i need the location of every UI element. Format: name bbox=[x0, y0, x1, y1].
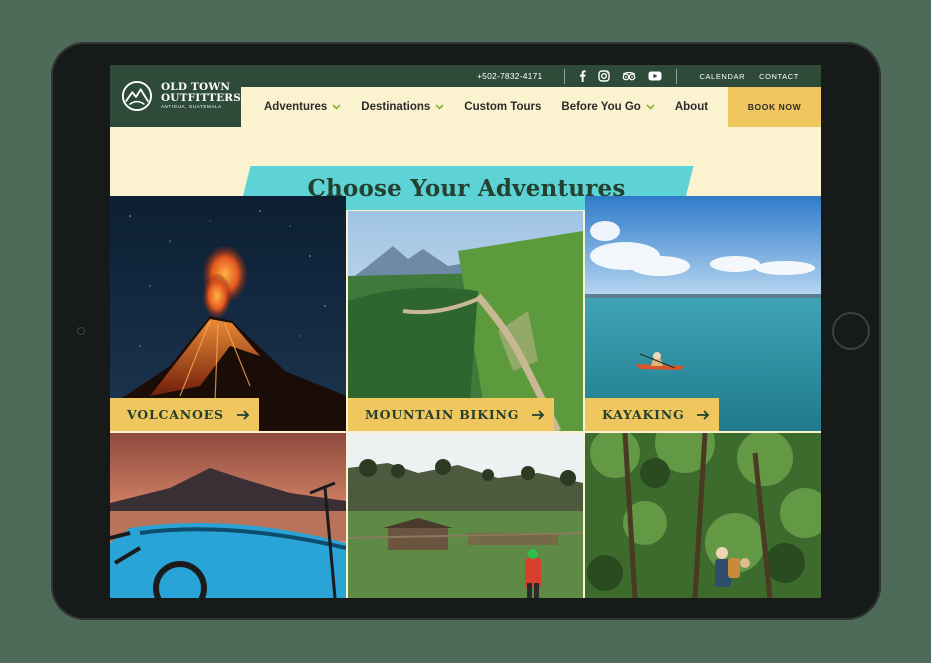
nav-label: Before You Go bbox=[561, 101, 641, 113]
utility-bar: +502-7832-4171 CALENDAR CONTACT bbox=[241, 65, 821, 87]
highland-hiker-photo bbox=[348, 433, 583, 598]
tile-label-volcanoes[interactable]: VOLCANOES bbox=[110, 398, 259, 431]
adventure-tile-kayaking[interactable]: KAYAKING bbox=[585, 196, 821, 431]
tile-label-text: KAYAKING bbox=[602, 407, 685, 422]
phone-link[interactable]: +502-7832-4171 bbox=[477, 71, 542, 81]
contact-link[interactable]: CONTACT bbox=[759, 72, 799, 81]
chevron-down-icon bbox=[435, 104, 444, 110]
boat-sunset-photo bbox=[110, 433, 346, 598]
home-button[interactable] bbox=[832, 312, 870, 350]
social-links bbox=[579, 70, 662, 82]
chevron-down-icon bbox=[332, 104, 341, 110]
divider bbox=[564, 68, 566, 84]
tripadvisor-icon[interactable] bbox=[622, 71, 636, 81]
arrow-right-icon bbox=[236, 409, 250, 420]
volcano-photo bbox=[110, 196, 346, 431]
nav-destinations[interactable]: Destinations bbox=[361, 101, 444, 113]
youtube-icon[interactable] bbox=[648, 71, 662, 81]
nav-custom-tours[interactable]: Custom Tours bbox=[464, 101, 541, 113]
adventure-tile-boat[interactable] bbox=[110, 433, 346, 598]
facebook-icon[interactable] bbox=[579, 70, 587, 82]
nav-adventures[interactable]: Adventures bbox=[264, 101, 341, 113]
logo[interactable]: OLD TOWN OUTFITTERS ANTIGUA, GUATEMALA bbox=[110, 65, 241, 127]
calendar-link[interactable]: CALENDAR bbox=[699, 72, 745, 81]
instagram-icon[interactable] bbox=[598, 70, 611, 82]
adventure-tile-jungle[interactable] bbox=[585, 433, 821, 598]
tile-label-mountain-biking[interactable]: MOUNTAIN BIKING bbox=[348, 398, 555, 431]
adventure-tile-volcanoes[interactable]: VOLCANOES bbox=[110, 196, 346, 431]
book-now-button[interactable]: BOOK NOW bbox=[728, 87, 821, 127]
logo-text: OLD TOWN OUTFITTERS ANTIGUA, GUATEMALA bbox=[161, 82, 241, 110]
nav-label: Destinations bbox=[361, 101, 431, 113]
camera-dot bbox=[77, 327, 85, 335]
arrow-right-icon bbox=[697, 409, 710, 420]
jungle-trail-photo bbox=[585, 433, 821, 598]
tile-label-text: VOLCANOES bbox=[127, 407, 224, 422]
tile-label-kayaking[interactable]: KAYAKING bbox=[585, 398, 720, 431]
chevron-down-icon bbox=[646, 104, 655, 110]
brand-name-line2: OUTFITTERS bbox=[160, 91, 241, 104]
lake-kayak-photo bbox=[585, 196, 821, 431]
brand-tagline: ANTIGUA, GUATEMALA bbox=[160, 104, 222, 110]
nav-before-you-go[interactable]: Before You Go bbox=[561, 101, 655, 113]
arrow-right-icon bbox=[532, 409, 545, 420]
website-screen: OLD TOWN OUTFITTERS ANTIGUA, GUATEMALA +… bbox=[110, 65, 821, 598]
mountain-emblem-icon bbox=[121, 80, 152, 112]
main-nav: Adventures Destinations Custom Tours Bef… bbox=[241, 87, 821, 127]
adventure-tile-hiking[interactable] bbox=[348, 433, 583, 598]
nav-label: Custom Tours bbox=[464, 101, 542, 113]
adventure-tile-mountain-biking[interactable]: MOUNTAIN BIKING bbox=[348, 211, 583, 431]
nav-label: Adventures bbox=[264, 101, 328, 113]
nav-about[interactable]: About bbox=[675, 101, 708, 113]
nav-label: About bbox=[674, 101, 709, 113]
tile-label-text: MOUNTAIN BIKING bbox=[365, 407, 520, 422]
divider bbox=[676, 68, 678, 84]
